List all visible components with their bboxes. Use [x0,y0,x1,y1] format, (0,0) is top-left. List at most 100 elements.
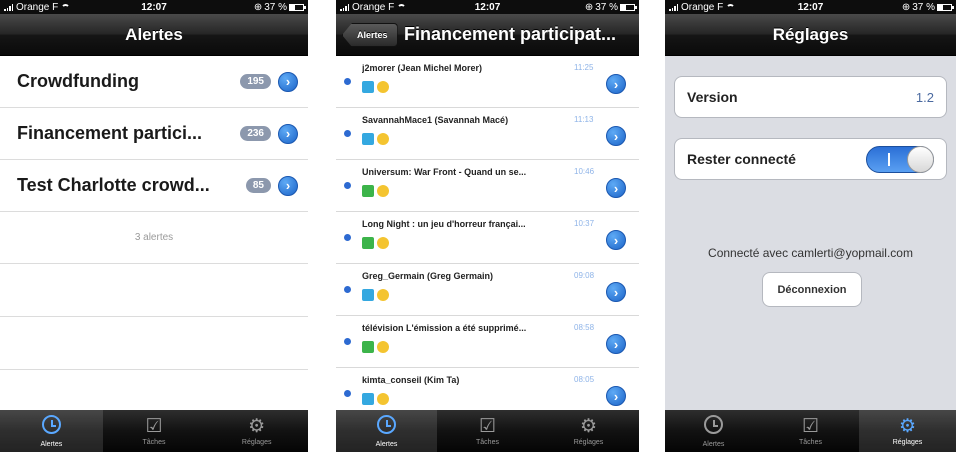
tab-label: Alertes [702,440,725,448]
clock-icon [41,414,61,439]
back-button[interactable]: Alertes [342,23,398,47]
feed-item[interactable]: Long Night : un jeu d'horreur françai...… [336,212,639,264]
feed-time: 10:37 [574,219,595,228]
wifi-icon [726,3,736,11]
clock-time: 12:07 [797,1,824,13]
empty-row [0,264,308,317]
feed-author: Greg_Germain (Greg Germain) [362,271,494,281]
signal-icon [340,3,349,11]
tab-reglages[interactable]: ⚙ Réglages [538,410,639,452]
version-value: 1.2 [915,89,934,105]
tab-label: Réglages [241,438,272,446]
disclosure-button[interactable]: › [606,334,626,354]
disclosure-button[interactable]: › [606,230,626,250]
disclosure-button[interactable]: › [606,178,626,198]
feed-list: j2morer (Jean Michel Morer) 11:25 › Sava… [336,56,639,420]
disclosure-button[interactable]: › [606,386,626,406]
gear-icon: ⚙ [248,415,266,437]
tab-reglages[interactable]: ⚙ Réglages [205,410,308,452]
carrier-label: Orange F [681,1,724,13]
web-icon [362,237,374,249]
alert-row[interactable]: Financement partici... 236 › [0,108,308,160]
version-label: Version [687,89,738,105]
tab-bar: Alertes ☑ Tâches ⚙ Réglages [665,410,956,452]
battery-percent: 37 % [595,1,619,13]
disclosure-button[interactable]: › [278,123,298,144]
toggle-on-mark [888,152,890,166]
signal-icon [4,3,13,11]
stay-connected-label: Rester connecté [687,151,796,167]
logout-button[interactable]: Déconnexion [762,272,862,307]
feed-item[interactable]: Greg_Germain (Greg Germain) 09:08 › [336,264,639,316]
feed-time: 09:08 [574,271,595,280]
battery-icon [620,3,638,11]
page-title: Alertes [125,24,183,44]
feed-author: Long Night : un jeu d'horreur françai... [362,219,526,229]
battery-percent: 37 % [264,1,288,13]
status-bar: Orange F 12:07 ⊕ 37 % [336,0,639,14]
feed-item[interactable]: SavannahMace1 (Savannah Macé) 11:13 › [336,108,639,160]
signal-icon [669,3,678,11]
tab-alertes[interactable]: Alertes [665,410,762,452]
feed-time: 11:25 [574,63,594,72]
unread-dot [344,182,351,189]
tab-label: Tâches [799,438,822,446]
toggle-knob [907,145,934,173]
carrier-label: Orange F [352,1,395,13]
nav-bar: Alertes Financement participat... [336,14,639,56]
lock-rotation-icon: ⊕ [584,1,594,13]
feed-item[interactable]: j2morer (Jean Michel Morer) 11:25 › [336,56,639,108]
tab-taches[interactable]: ☑ Tâches [437,410,538,452]
tab-taches[interactable]: ☑ Tâches [762,410,859,452]
alert-title: Financement partici... [17,123,203,143]
sentiment-icon [377,289,389,301]
tab-bar: Alertes ☑ Tâches ⚙ Réglages [336,410,639,452]
disclosure-button[interactable]: › [278,175,298,196]
page-title: Réglages [772,24,849,44]
alert-count-label: 3 alertes [134,232,174,243]
feed-author: télévision L'émission a été supprimé... [362,323,527,333]
alert-count-row: 3 alertes [0,212,308,264]
count-badge: 85 [245,178,271,193]
disclosure-button[interactable]: › [606,126,626,146]
sentiment-icon [377,81,389,93]
twitter-icon [362,81,374,93]
version-cell: Version 1.2 [674,76,947,118]
nav-bar: Réglages [665,14,956,56]
disclosure-button[interactable]: › [606,74,626,94]
lock-rotation-icon: ⊕ [901,1,911,13]
page-title: Financement participat... [404,24,617,44]
sentiment-icon [377,393,389,405]
checkbox-icon: ☑ [478,415,497,437]
unread-dot [344,234,351,241]
feed-item[interactable]: télévision L'émission a été supprimé... … [336,316,639,368]
web-icon [362,341,374,353]
stay-connected-toggle[interactable] [866,145,934,173]
clock-icon [377,414,396,439]
sentiment-icon [377,237,389,249]
battery-icon [289,3,307,11]
feed-author: SavannahMace1 (Savannah Macé) [362,115,509,125]
alerts-screen: Orange F 12:07 ⊕ 37 % Alertes Crowdfundi… [0,0,308,452]
feed-time: 11:13 [574,115,594,124]
alert-title: Test Charlotte crowd... [17,175,210,195]
battery-icon [937,3,955,11]
tab-reglages[interactable]: ⚙ Réglages [859,410,956,452]
tab-alertes[interactable]: Alertes [0,410,103,452]
alert-row[interactable]: Test Charlotte crowd... 85 › [0,160,308,212]
disclosure-button[interactable]: › [606,282,626,302]
alert-row[interactable]: Crowdfunding 195 › [0,56,308,108]
feed-author: Universum: War Front - Quand un se... [362,167,527,177]
count-badge: 195 [240,74,271,89]
feed-item[interactable]: Universum: War Front - Quand un se... 10… [336,160,639,212]
nav-bar: Alertes [0,14,308,56]
tab-label: Tâches [142,438,166,446]
tab-label: Tâches [476,438,499,446]
disclosure-button[interactable]: › [278,71,298,92]
tab-taches[interactable]: ☑ Tâches [103,410,206,452]
tab-alertes[interactable]: Alertes [336,410,437,452]
count-badge: 236 [240,126,271,141]
stay-connected-cell: Rester connecté [674,138,947,180]
unread-dot [344,338,351,345]
unread-dot [344,130,351,137]
